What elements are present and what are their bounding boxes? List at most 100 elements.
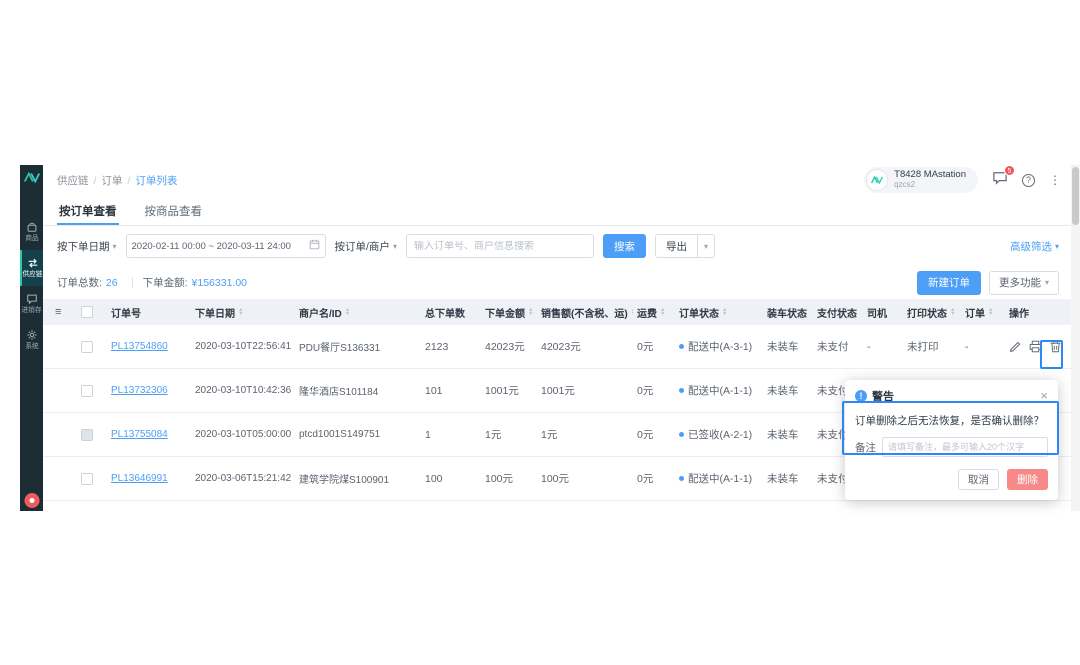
app-logo: [24, 165, 40, 190]
more-functions-button[interactable]: 更多功能▾: [989, 271, 1059, 295]
order-link[interactable]: PL13732306: [111, 385, 168, 396]
col-merchant[interactable]: 商户名/ID▲▼: [295, 305, 421, 320]
col-order-extra[interactable]: 订单▲▼: [961, 305, 1005, 320]
row-checkbox[interactable]: [81, 341, 93, 353]
row-checkbox[interactable]: [81, 385, 93, 397]
scrollbar-thumb[interactable]: [1072, 167, 1079, 225]
sort-icon[interactable]: ▲▼: [528, 308, 533, 317]
date-range-input[interactable]: [126, 234, 326, 258]
messages-button[interactable]: 5: [992, 171, 1008, 190]
remark-label: 备注: [855, 440, 876, 455]
dialog-message: 订单删除之后无法恢复，是否确认删除？: [855, 413, 1048, 428]
row-checkbox[interactable]: [81, 473, 93, 485]
status-dot: [679, 388, 684, 393]
new-order-button[interactable]: 新建订单: [917, 271, 981, 295]
help-button[interactable]: ?: [1022, 174, 1035, 187]
search-input-wrap: [406, 234, 594, 258]
chevron-down-icon[interactable]: ▾: [697, 235, 714, 257]
search-type-dropdown[interactable]: 按订单/商户▾: [335, 239, 397, 254]
close-icon[interactable]: ×: [1040, 390, 1048, 402]
load-status: 未装车: [763, 427, 813, 442]
order-amount: 42023元: [481, 339, 537, 354]
cancel-button[interactable]: 取消: [958, 469, 999, 490]
order-status: 配送中(A-3-1): [675, 339, 763, 354]
sidebar-item-supply-chain[interactable]: 供应链: [20, 250, 43, 286]
sidebar-item-label: 商品: [25, 235, 38, 243]
column-settings-icon[interactable]: ≡: [55, 306, 61, 318]
table-header: ≡ 订单号 下单日期▲▼ 商户名/ID▲▼ 总下单数 下单金额▲▼ 销售额(不含…: [43, 299, 1071, 325]
print-icon[interactable]: [1029, 340, 1042, 353]
advanced-filter-link[interactable]: 高级筛选▾: [1010, 239, 1059, 254]
order-qty: 2123: [421, 341, 481, 353]
sidebar-notice-icon[interactable]: [24, 493, 39, 508]
col-freight[interactable]: 运费▲▼: [633, 305, 675, 320]
gear-icon: [26, 329, 38, 341]
sort-icon[interactable]: ▲▼: [660, 308, 665, 317]
order-link[interactable]: PL13754860: [111, 341, 168, 352]
col-date[interactable]: 下单日期▲▼: [191, 305, 295, 320]
remark-input[interactable]: [882, 437, 1048, 457]
delete-button[interactable]: 删除: [1007, 469, 1048, 490]
col-sales[interactable]: 销售额(不含税、运)▲▼: [537, 305, 633, 320]
status-dot: [679, 344, 684, 349]
sort-icon[interactable]: ▲▼: [238, 308, 243, 317]
breadcrumb: 供应链 订单 订单列表: [57, 173, 177, 188]
sidebar-item-inventory[interactable]: 进销存: [20, 286, 43, 322]
sales-amount: 100元: [537, 471, 633, 486]
avatar: [866, 169, 888, 191]
sort-icon[interactable]: ▲▼: [722, 308, 727, 317]
delete-confirm-dialog: ! 警告 × 订单删除之后无法恢复，是否确认删除？ 备注 取消 删除: [845, 380, 1058, 500]
load-status: 未装车: [763, 471, 813, 486]
user-menu[interactable]: T8428 MAstation qzcs2: [864, 167, 978, 193]
edit-icon[interactable]: [1009, 340, 1022, 353]
row-checkbox[interactable]: [81, 429, 93, 441]
select-all-checkbox[interactable]: [81, 306, 93, 318]
status-dot: [679, 432, 684, 437]
order-link[interactable]: PL13646991: [111, 473, 168, 484]
table-row: PL13754860 2020-03-10T22:56:41 PDU餐厅S136…: [43, 325, 1071, 369]
col-order-no[interactable]: 订单号: [107, 305, 191, 320]
sidebar-item-label: 供应链: [23, 271, 43, 279]
sidebar-item-system[interactable]: 系统: [20, 322, 43, 358]
sales-amount: 42023元: [537, 339, 633, 354]
order-amount: 100元: [481, 471, 537, 486]
screenshot-canvas: 商品 供应链 进销存 系统: [0, 0, 1080, 665]
col-amount[interactable]: 下单金额▲▼: [481, 305, 537, 320]
search-button[interactable]: 搜索: [603, 234, 646, 258]
tab-by-order[interactable]: 按订单查看: [57, 195, 119, 225]
freight: 0元: [633, 427, 675, 442]
col-pay-status[interactable]: 支付状态: [813, 305, 863, 320]
order-amount: 1001元: [481, 383, 537, 398]
sidebar-item-goods[interactable]: 商品: [20, 214, 43, 250]
warning-icon: !: [855, 390, 867, 402]
sort-icon[interactable]: ▲▼: [345, 308, 350, 317]
more-menu-button[interactable]: ⋮: [1049, 173, 1061, 187]
amount-label: 下单金额:: [143, 275, 188, 290]
vertical-scrollbar[interactable]: [1071, 165, 1080, 511]
col-qty[interactable]: 总下单数: [421, 305, 481, 320]
order-link[interactable]: PL13755084: [111, 429, 168, 440]
order-status: 配送中(A-1-1): [675, 471, 763, 486]
merchant-name: ptcd1001S149751: [295, 429, 421, 440]
breadcrumb-item[interactable]: 订单: [101, 173, 135, 188]
sales-amount: 1元: [537, 427, 633, 442]
order-qty: 100: [421, 473, 481, 485]
col-print-status[interactable]: 打印状态▲▼: [903, 305, 961, 320]
breadcrumb-item[interactable]: 供应链: [57, 173, 101, 188]
sort-icon[interactable]: ▲▼: [950, 308, 955, 317]
tab-by-product[interactable]: 按商品查看: [143, 195, 205, 225]
export-button[interactable]: 导出 ▾: [655, 234, 715, 258]
date-range-value[interactable]: [132, 241, 304, 252]
search-input[interactable]: [414, 241, 586, 252]
col-load-status[interactable]: 装车状态: [763, 305, 813, 320]
delete-icon[interactable]: [1049, 340, 1062, 353]
breadcrumb-item-current[interactable]: 订单列表: [135, 173, 177, 188]
col-status[interactable]: 订单状态▲▼: [675, 305, 763, 320]
sort-icon[interactable]: ▲▼: [988, 308, 993, 317]
chevron-down-icon: ▾: [113, 242, 117, 251]
merchant-name: 隆华酒店S101184: [295, 383, 421, 398]
merchant-name: 建筑学院煤S100901: [295, 471, 421, 486]
col-driver[interactable]: 司机: [863, 305, 903, 320]
date-type-dropdown[interactable]: 按下单日期▾: [57, 239, 117, 254]
divider: [132, 277, 133, 288]
